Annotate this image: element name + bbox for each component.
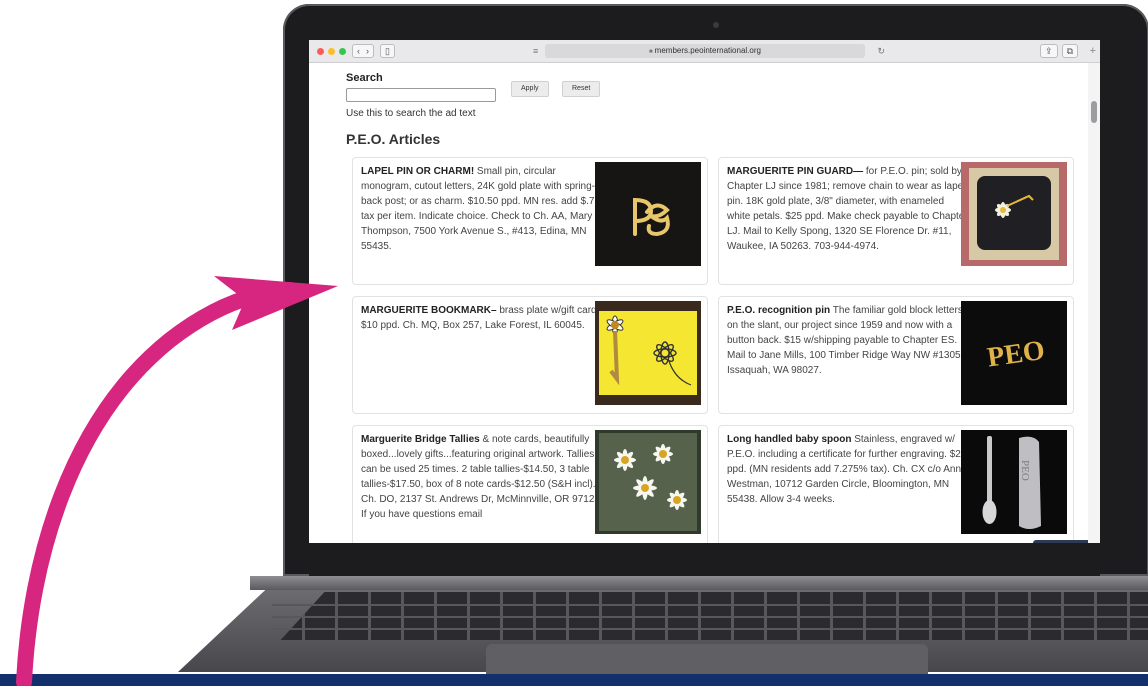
engraved-baby-spoon-icon: PEO (961, 430, 1067, 534)
back-icon[interactable]: ‹ (357, 45, 360, 57)
keyboard-row-divider (272, 604, 1148, 606)
article-body: Small pin, circular monogram, cutout let… (361, 166, 601, 252)
article-text: Marguerite Bridge Tallies & note cards, … (361, 432, 603, 522)
article-title: Long handled baby spoon (727, 434, 852, 445)
toolbar-right-group: ⇪ ⧉ (1040, 44, 1078, 58)
article-title: P.E.O. recognition pin (727, 305, 831, 316)
article-text: MARGUERITE PIN GUARD— for P.E.O. pin; so… (727, 164, 969, 254)
search-help-text: Use this to search the ad text (346, 108, 476, 119)
forward-icon[interactable]: › (366, 45, 369, 57)
reset-button[interactable]: Reset (562, 81, 601, 97)
gold-peo-letters-pin-icon: PEO (961, 301, 1067, 405)
article-title: MARGUERITE PIN GUARD— (727, 166, 864, 177)
page-scrollbar[interactable] (1088, 63, 1100, 543)
article-text: LAPEL PIN OR CHARM! Small pin, circular … (361, 164, 603, 254)
marguerite-pin-in-box-icon (961, 162, 1067, 266)
daisy-painting-card-icon (595, 430, 701, 534)
article-title: LAPEL PIN OR CHARM! (361, 166, 475, 177)
fullscreen-window-button[interactable] (339, 47, 346, 55)
web-page: Search Apply Reset Use this to search th… (309, 63, 1088, 543)
url-text: members.peointernational.org (654, 46, 761, 55)
minimize-window-button[interactable] (328, 47, 335, 55)
lock-icon: ■ (649, 49, 653, 55)
sidebar-icon: ▯ (385, 46, 390, 56)
article-title: MARGUERITE BOOKMARK– (361, 305, 497, 316)
tabs-icon: ⧉ (1066, 46, 1073, 56)
article-body: & note cards, beautifully boxed...lovely… (361, 434, 603, 520)
reader-view-icon[interactable]: ≡ (533, 44, 538, 58)
screen-bezel (309, 543, 1100, 576)
address-bar[interactable]: ≡ ■ members.peointernational.org ↻ (533, 44, 885, 58)
article-card[interactable]: LAPEL PIN OR CHARM! Small pin, circular … (352, 157, 708, 285)
article-text: P.E.O. recognition pin The familiar gold… (727, 303, 969, 378)
tab-overview-button[interactable]: ⧉ (1061, 44, 1078, 58)
search-label: Search (346, 72, 383, 84)
spoon-letters: PEO (1019, 460, 1031, 481)
search-input[interactable] (346, 88, 496, 102)
laptop-hinge (250, 576, 1148, 590)
section-title: P.E.O. Articles (346, 131, 441, 147)
browser-toolbar: ‹ › ▯ ≡ ■ members.peointernational.org ↻ … (309, 40, 1100, 63)
keyboard-row-divider (272, 628, 1148, 630)
scrollbar-thumb[interactable] (1091, 101, 1097, 123)
article-card[interactable]: P.E.O. recognition pin The familiar gold… (718, 296, 1074, 414)
article-body: for P.E.O. pin; sold by Chapter LJ since… (727, 166, 968, 252)
share-icon: ⇪ (1045, 46, 1053, 56)
back-forward-buttons[interactable]: ‹ › (352, 44, 374, 58)
article-card[interactable]: MARGUERITE PIN GUARD— for P.E.O. pin; so… (718, 157, 1074, 285)
laptop-screen: ‹ › ▯ ≡ ■ members.peointernational.org ↻ … (309, 40, 1100, 543)
daisy-bookmark-card-icon (595, 301, 701, 405)
keyboard-row-divider (272, 616, 1148, 618)
trackpad (486, 644, 928, 676)
webcam (713, 22, 719, 28)
bottom-band (0, 674, 1148, 686)
sidebar-toggle-button[interactable]: ▯ (380, 44, 395, 58)
article-card[interactable]: Marguerite Bridge Tallies & note cards, … (352, 425, 708, 543)
article-text: Long handled baby spoon Stainless, engra… (727, 432, 969, 507)
article-card[interactable]: MARGUERITE BOOKMARK– brass plate w/gift … (352, 296, 708, 414)
apply-button[interactable]: Apply (511, 81, 549, 97)
gold-peo-monogram-pin-icon (595, 162, 701, 266)
share-button[interactable]: ⇪ (1040, 44, 1058, 58)
article-title: Marguerite Bridge Tallies (361, 434, 480, 445)
article-card[interactable]: Long handled baby spoon Stainless, engra… (718, 425, 1074, 543)
article-text: MARGUERITE BOOKMARK– brass plate w/gift … (361, 303, 603, 333)
reload-icon[interactable]: ↻ (877, 44, 885, 58)
close-window-button[interactable] (317, 47, 324, 55)
new-tab-icon[interactable]: + (1090, 45, 1096, 57)
